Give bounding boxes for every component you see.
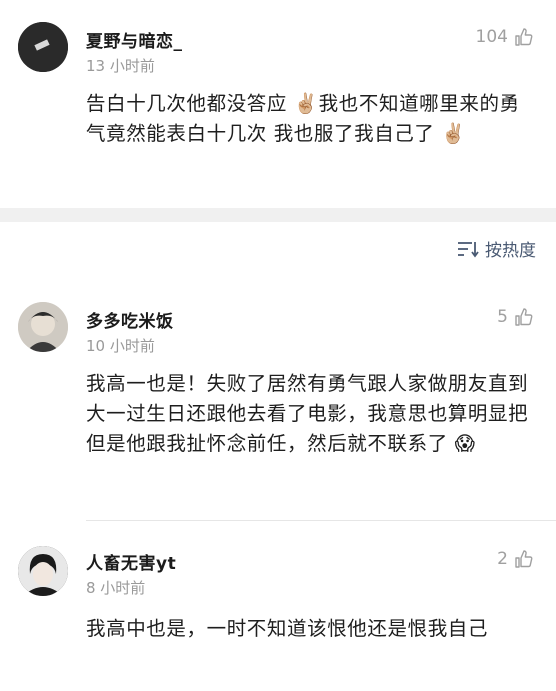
like-count: 5 — [497, 307, 508, 327]
thumbs-up-icon — [515, 28, 533, 46]
username[interactable]: 人畜无害yt — [86, 549, 176, 574]
avatar[interactable] — [18, 22, 68, 72]
like-count: 2 — [497, 549, 508, 569]
comment-item: 人畜无害yt 8 小时前 2 我高中也是，一时不知道该恨他还是恨我自己 — [0, 522, 556, 691]
comment-time: 10 小时前 — [86, 337, 155, 355]
like-button[interactable]: 104 — [476, 27, 534, 47]
sort-by-hot-button[interactable]: 按热度 — [457, 236, 536, 261]
comment-item: 多多吃米饭 10 小时前 5 我高一也是！失败了居然有勇气跟人家做朋友直到大一过… — [0, 280, 556, 520]
sort-label: 按热度 — [485, 241, 536, 261]
username[interactable]: 夏野与暗恋_ — [86, 27, 183, 52]
comment-time: 13 小时前 — [86, 57, 155, 75]
comment-divider — [86, 520, 556, 521]
sort-icon — [458, 241, 479, 257]
like-count: 104 — [475, 27, 508, 47]
comment-text: 告白十几次他都没答应 ✌🏼我也不知道哪里来的勇气竟然能表白十几次 我也服了我自己… — [86, 92, 520, 145]
thumbs-up-icon — [515, 550, 533, 568]
comment-text: 我高中也是，一时不知道该恨他还是恨我自己 — [86, 617, 489, 640]
avatar[interactable] — [18, 302, 68, 352]
like-button[interactable]: 5 — [497, 307, 534, 327]
thumbs-up-icon — [515, 308, 533, 326]
like-button[interactable]: 2 — [497, 549, 534, 569]
comment-time: 8 小时前 — [86, 579, 146, 597]
username[interactable]: 多多吃米饭 — [86, 307, 174, 332]
section-separator — [0, 208, 556, 222]
avatar[interactable] — [18, 546, 68, 596]
comment-item: 夏野与暗恋_ 13 小时前 104 告白十几次他都没答应 ✌🏼我也不知道哪里来的… — [0, 0, 556, 208]
comment-text: 我高一也是！失败了居然有勇气跟人家做朋友直到大一过生日还跟他去看了电影，我意思也… — [86, 372, 529, 455]
